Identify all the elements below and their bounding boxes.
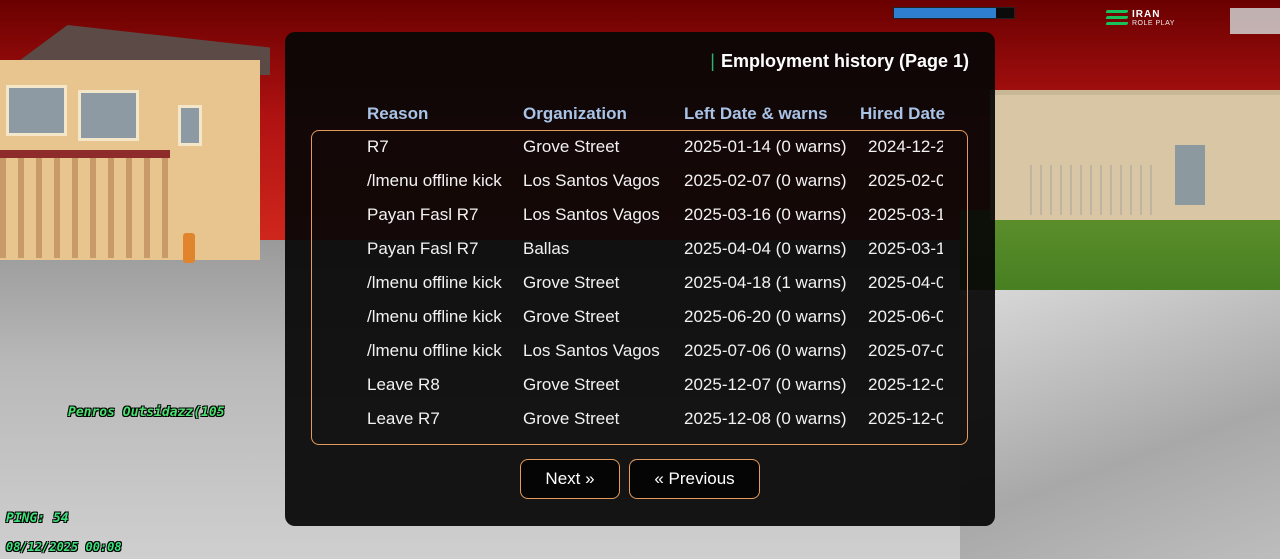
fire-hydrant (183, 233, 195, 263)
cell-left-date: 2025-02-07 (0 warns) (684, 171, 847, 190)
cell-organization: Los Santos Vagos (523, 341, 660, 360)
column-header-reason: Reason (367, 104, 429, 123)
table-row[interactable]: /lmenu offline kick Los Santos Vagos 2025-… (312, 335, 967, 369)
cell-reason: Payan Fasl R7 (367, 205, 479, 224)
table-row[interactable]: Leave R8 Grove Street 2025-12-07 (0 warns)… (312, 369, 967, 403)
column-header-organization: Organization (523, 104, 627, 123)
cell-reason: /lmenu offline kick (367, 273, 502, 292)
cell-hired-date: 2025-12-0 (868, 409, 943, 428)
house-door (1175, 145, 1205, 205)
next-page-button[interactable]: Next » (520, 459, 620, 499)
player-nametag: Penros Outsidazz(105 (68, 405, 225, 420)
table-row[interactable]: /lmenu offline kick Grove Street 2025-06-2… (312, 301, 967, 335)
cell-organization: Grove Street (523, 273, 620, 292)
roadside-sign (1230, 8, 1280, 34)
cell-organization: Grove Street (523, 307, 620, 326)
house-porch (0, 150, 170, 258)
cell-left-date: 2025-12-08 (0 warns) (684, 409, 847, 428)
cell-left-date: 2025-03-16 (0 warns) (684, 205, 847, 224)
logo-line1: IRAN (1132, 9, 1161, 20)
cell-hired-date: 2025-06-0 (868, 307, 943, 326)
cell-hired-date: 2024-12-2 (868, 137, 943, 156)
cell-hired-date: 2025-02-0 (868, 171, 943, 190)
fence (1030, 165, 1160, 215)
cell-reason: /lmenu offline kick (367, 171, 502, 190)
health-bar-fill (894, 8, 996, 18)
dialog-title: | Employment history (Page 1) (710, 51, 969, 72)
house-window (178, 105, 202, 146)
logo-line2: ROLE PLAY (1132, 20, 1175, 27)
cell-hired-date: 2025-04-0 (868, 273, 943, 292)
cell-reason: /lmenu offline kick (367, 341, 502, 360)
cell-reason: R7 (367, 137, 389, 156)
cell-organization: Grove Street (523, 375, 620, 394)
table-row[interactable]: Payan Fasl R7 Ballas 2025-04-04 (0 warns) 2… (312, 233, 967, 267)
dialog-title-text: Employment history (Page 1) (720, 51, 969, 71)
cell-hired-date: 2025-12-0 (868, 375, 943, 394)
paved-road (960, 290, 1280, 559)
column-header-left-date: Left Date & warns (684, 104, 828, 123)
cell-left-date: 2025-06-20 (0 warns) (684, 307, 847, 326)
cell-hired-date: 2025-03-1 (868, 205, 943, 224)
column-header-hired-date: Hired Date (860, 104, 946, 123)
date-time-readout: 08/12/2025 00:08 (6, 540, 122, 554)
logo-stripes-icon (1105, 10, 1129, 28)
table-row[interactable]: /lmenu offline kick Los Santos Vagos 2025-… (312, 165, 967, 199)
cell-reason: Payan Fasl R7 (367, 239, 479, 258)
cell-hired-date: 2025-07-0 (868, 341, 943, 360)
cell-reason: Leave R7 (367, 409, 440, 428)
cell-left-date: 2025-12-07 (0 warns) (684, 375, 847, 394)
health-bar (893, 7, 1015, 19)
ping-readout: PING: 54 (6, 511, 69, 526)
house-window (78, 90, 139, 141)
cell-reason: Leave R8 (367, 375, 440, 394)
table-row[interactable]: R7 Grove Street 2025-01-14 (0 warns) 2024-1… (312, 131, 967, 165)
title-marker-icon: | (710, 51, 715, 71)
table-row[interactable]: /lmenu offline kick Grove Street 2025-04-1… (312, 267, 967, 301)
table-row[interactable]: Payan Fasl R7 Los Santos Vagos 2025-03-16 … (312, 199, 967, 233)
history-table[interactable]: R7 Grove Street 2025-01-14 (0 warns) 2024-1… (311, 130, 968, 445)
house-window (6, 85, 67, 136)
table-row[interactable]: Leave R7 Grove Street 2025-12-08 (0 warns)… (312, 403, 967, 437)
employment-history-dialog: | Employment history (Page 1) Reason Orga… (285, 32, 995, 526)
cell-organization: Grove Street (523, 137, 620, 156)
cell-hired-date: 2025-03-1 (868, 239, 943, 258)
server-logo: IRAN ROLE PLAY (1105, 8, 1198, 32)
cell-organization: Grove Street (523, 409, 620, 428)
cell-left-date: 2025-01-14 (0 warns) (684, 137, 847, 156)
cell-left-date: 2025-04-04 (0 warns) (684, 239, 847, 258)
cell-left-date: 2025-07-06 (0 warns) (684, 341, 847, 360)
cell-reason: /lmenu offline kick (367, 307, 502, 326)
cell-organization: Los Santos Vagos (523, 205, 660, 224)
cell-organization: Los Santos Vagos (523, 171, 660, 190)
previous-page-button[interactable]: « Previous (629, 459, 760, 499)
cell-left-date: 2025-04-18 (1 warns) (684, 273, 847, 292)
cell-organization: Ballas (523, 239, 570, 258)
